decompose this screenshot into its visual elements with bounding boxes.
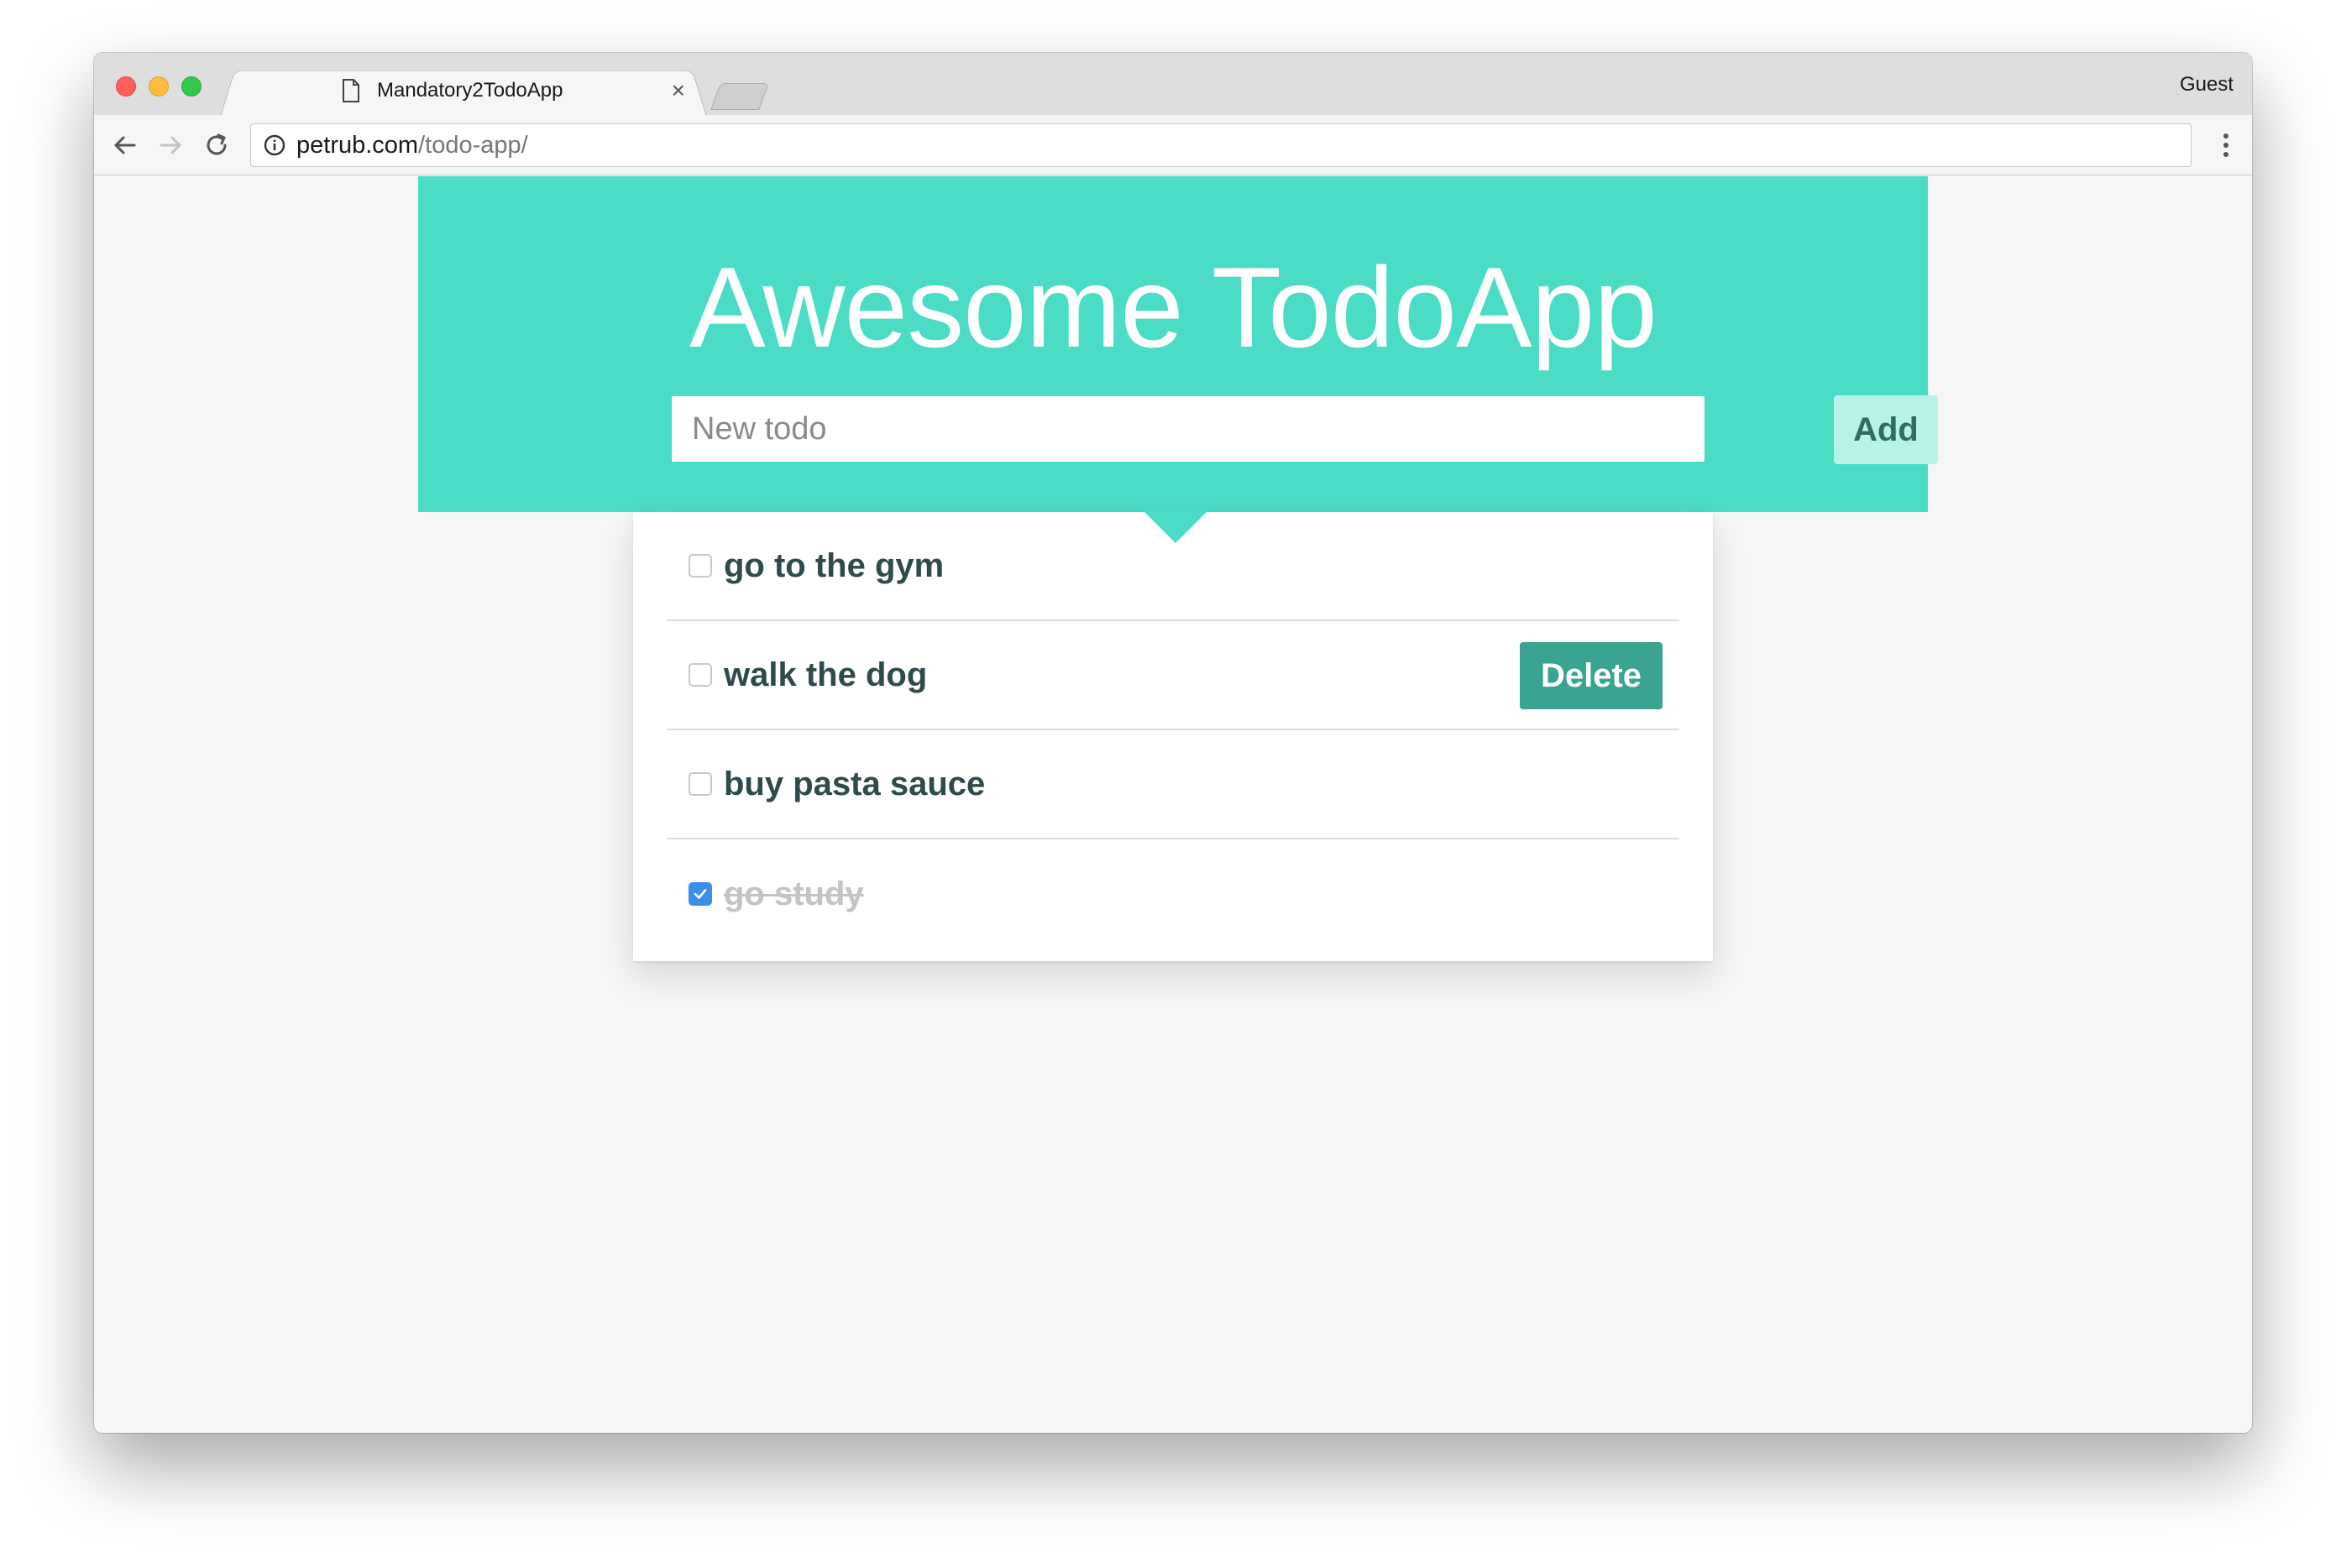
todo-text: go to the gym <box>724 546 945 584</box>
todo-text: buy pasta sauce <box>724 765 986 802</box>
tab-close-icon[interactable]: × <box>672 77 685 104</box>
todo-text: walk the dog <box>724 656 928 693</box>
page-content: Awesome TodoApp Add go to the gym walk t… <box>94 176 2252 1433</box>
tab-title: Mandatory2TodoApp <box>377 79 563 102</box>
zoom-window-button[interactable] <box>181 76 202 97</box>
profile-label[interactable]: Guest <box>2180 73 2233 97</box>
close-window-button[interactable] <box>116 76 136 97</box>
new-tab-button[interactable] <box>710 83 769 110</box>
delete-button[interactable]: Delete <box>1520 642 1663 709</box>
minimize-window-button[interactable] <box>149 76 169 97</box>
app-title: Awesome TodoApp <box>689 243 1657 371</box>
tab-content[interactable]: Mandatory2TodoApp × <box>237 66 690 115</box>
url-host: petrub.com <box>296 131 419 159</box>
reload-icon[interactable] <box>202 130 232 160</box>
todo-list-card: go to the gym walk the dog Delete buy pa… <box>633 512 1713 961</box>
new-todo-input[interactable] <box>672 396 1705 462</box>
todo-checkbox[interactable] <box>689 772 712 796</box>
address-bar[interactable]: petrub.com/todo-app/ <box>250 123 2192 167</box>
browser-toolbar: petrub.com/todo-app/ <box>94 115 2252 175</box>
forward-arrow-icon[interactable] <box>156 130 186 160</box>
page-icon <box>343 79 359 102</box>
more-menu-icon[interactable] <box>2222 130 2230 160</box>
todo-checkbox[interactable] <box>689 663 712 687</box>
todo-item: walk the dog Delete <box>667 621 1679 730</box>
checkmark-icon <box>694 889 707 899</box>
back-arrow-icon[interactable] <box>109 130 139 160</box>
todo-text: go study <box>724 875 864 912</box>
todo-item: buy pasta sauce <box>667 730 1679 839</box>
info-icon[interactable] <box>263 133 286 157</box>
todo-list: go to the gym walk the dog Delete buy pa… <box>667 512 1679 949</box>
todo-item: go study <box>667 839 1679 949</box>
todo-checkbox[interactable] <box>689 554 712 578</box>
url-text: petrub.com/todo-app/ <box>296 132 528 159</box>
header-pointer <box>1144 511 1207 543</box>
todo-checkbox-checked[interactable] <box>689 882 712 906</box>
tab-strip: Mandatory2TodoApp × Guest <box>94 53 2252 117</box>
add-button[interactable]: Add <box>1834 395 1938 464</box>
app-header: Awesome TodoApp Add <box>418 176 1938 512</box>
browser-window: Mandatory2TodoApp × Guest petrub.com/tod… <box>94 53 2252 1433</box>
url-path: /todo-app/ <box>418 131 528 159</box>
